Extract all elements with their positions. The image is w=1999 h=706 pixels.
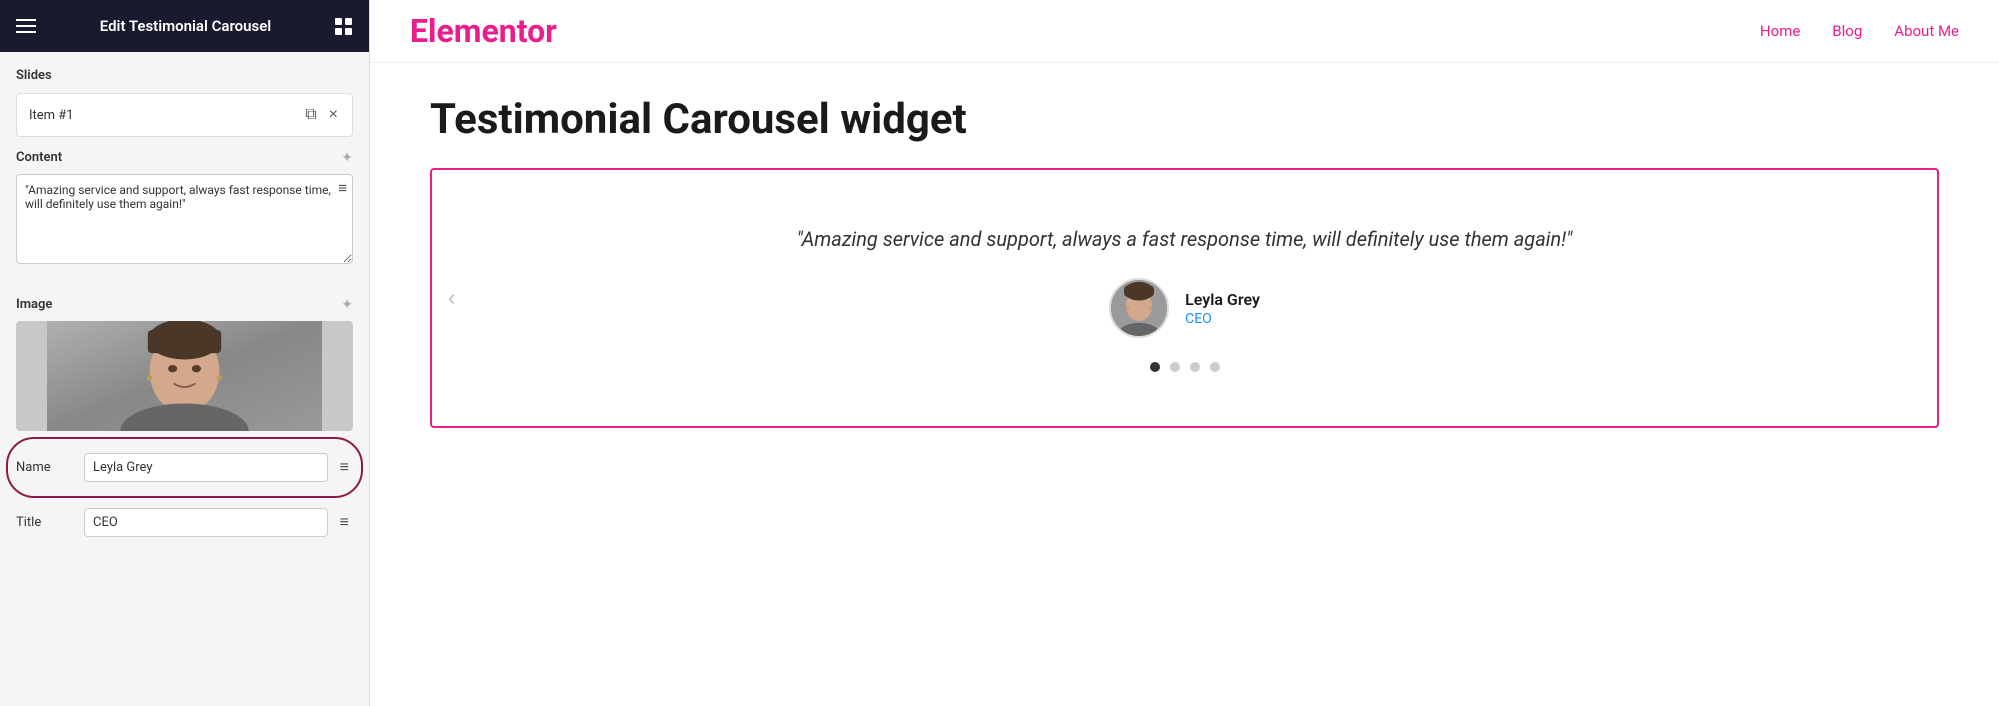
author-avatar bbox=[1109, 278, 1169, 338]
name-label: Name bbox=[16, 460, 76, 475]
carousel-prev-button[interactable]: ‹ bbox=[448, 285, 455, 311]
image-label: Image bbox=[16, 297, 52, 312]
name-row: Name ≡ bbox=[16, 445, 353, 490]
content-options-button[interactable]: ✦ bbox=[341, 149, 353, 166]
main-content: Testimonial Carousel widget ‹ "Amazing s… bbox=[370, 63, 1999, 706]
panel-body: Slides Item #1 ⧉ × Content ✦ "Amazing se… bbox=[0, 52, 369, 706]
carousel-author: Leyla Grey CEO bbox=[1109, 278, 1260, 338]
nav-blog[interactable]: Blog bbox=[1832, 22, 1862, 40]
image-preview[interactable] bbox=[16, 321, 353, 431]
name-field-container: Name ≡ bbox=[16, 445, 353, 490]
dot-4[interactable] bbox=[1210, 362, 1220, 372]
author-title: CEO bbox=[1185, 311, 1260, 327]
slide-item-label: Item #1 bbox=[29, 108, 74, 123]
dot-1[interactable] bbox=[1150, 362, 1160, 372]
content-label: Content bbox=[16, 150, 62, 165]
grid-icon[interactable] bbox=[335, 18, 353, 35]
title-row: Title ≡ bbox=[16, 500, 353, 545]
slide-item: Item #1 ⧉ × bbox=[16, 93, 353, 137]
title-input[interactable] bbox=[84, 508, 328, 537]
nav-about[interactable]: About Me bbox=[1894, 22, 1959, 40]
slides-label: Slides bbox=[16, 68, 353, 83]
image-options-button[interactable]: ✦ bbox=[341, 296, 353, 313]
title-label: Title bbox=[16, 515, 76, 530]
site-header: Elementor Home Blog About Me bbox=[370, 0, 1999, 63]
right-area: Elementor Home Blog About Me Testimonial… bbox=[370, 0, 1999, 706]
hamburger-icon[interactable] bbox=[16, 19, 36, 33]
nav-home[interactable]: Home bbox=[1760, 22, 1800, 40]
panel-header: Edit Testimonial Carousel bbox=[0, 0, 369, 52]
dot-2[interactable] bbox=[1170, 362, 1180, 372]
carousel-dots bbox=[1150, 362, 1220, 372]
site-logo: Elementor bbox=[410, 12, 557, 50]
image-section-header: Image ✦ bbox=[16, 296, 353, 313]
site-nav: Home Blog About Me bbox=[1760, 22, 1959, 40]
page-title: Testimonial Carousel widget bbox=[430, 95, 1939, 144]
panel-title: Edit Testimonial Carousel bbox=[100, 17, 271, 35]
author-name: Leyla Grey bbox=[1185, 290, 1260, 309]
author-info: Leyla Grey CEO bbox=[1185, 290, 1260, 327]
content-section-header: Content ✦ bbox=[16, 149, 353, 166]
left-panel: Edit Testimonial Carousel Slides Item #1… bbox=[0, 0, 370, 706]
name-input[interactable] bbox=[84, 453, 328, 482]
copy-slide-button[interactable]: ⧉ bbox=[303, 104, 318, 126]
slide-item-actions: ⧉ × bbox=[303, 104, 340, 126]
delete-slide-button[interactable]: × bbox=[327, 104, 340, 126]
name-field-icon-button[interactable]: ≡ bbox=[336, 457, 353, 479]
content-field-icon[interactable]: ≡ bbox=[338, 180, 347, 197]
dot-3[interactable] bbox=[1190, 362, 1200, 372]
carousel-widget: ‹ "Amazing service and support, always a… bbox=[430, 168, 1939, 428]
content-textarea[interactable]: "Amazing service and support, always fas… bbox=[16, 174, 353, 264]
testimonial-text: "Amazing service and support, always a f… bbox=[797, 224, 1573, 254]
title-field-icon-button[interactable]: ≡ bbox=[336, 512, 353, 534]
